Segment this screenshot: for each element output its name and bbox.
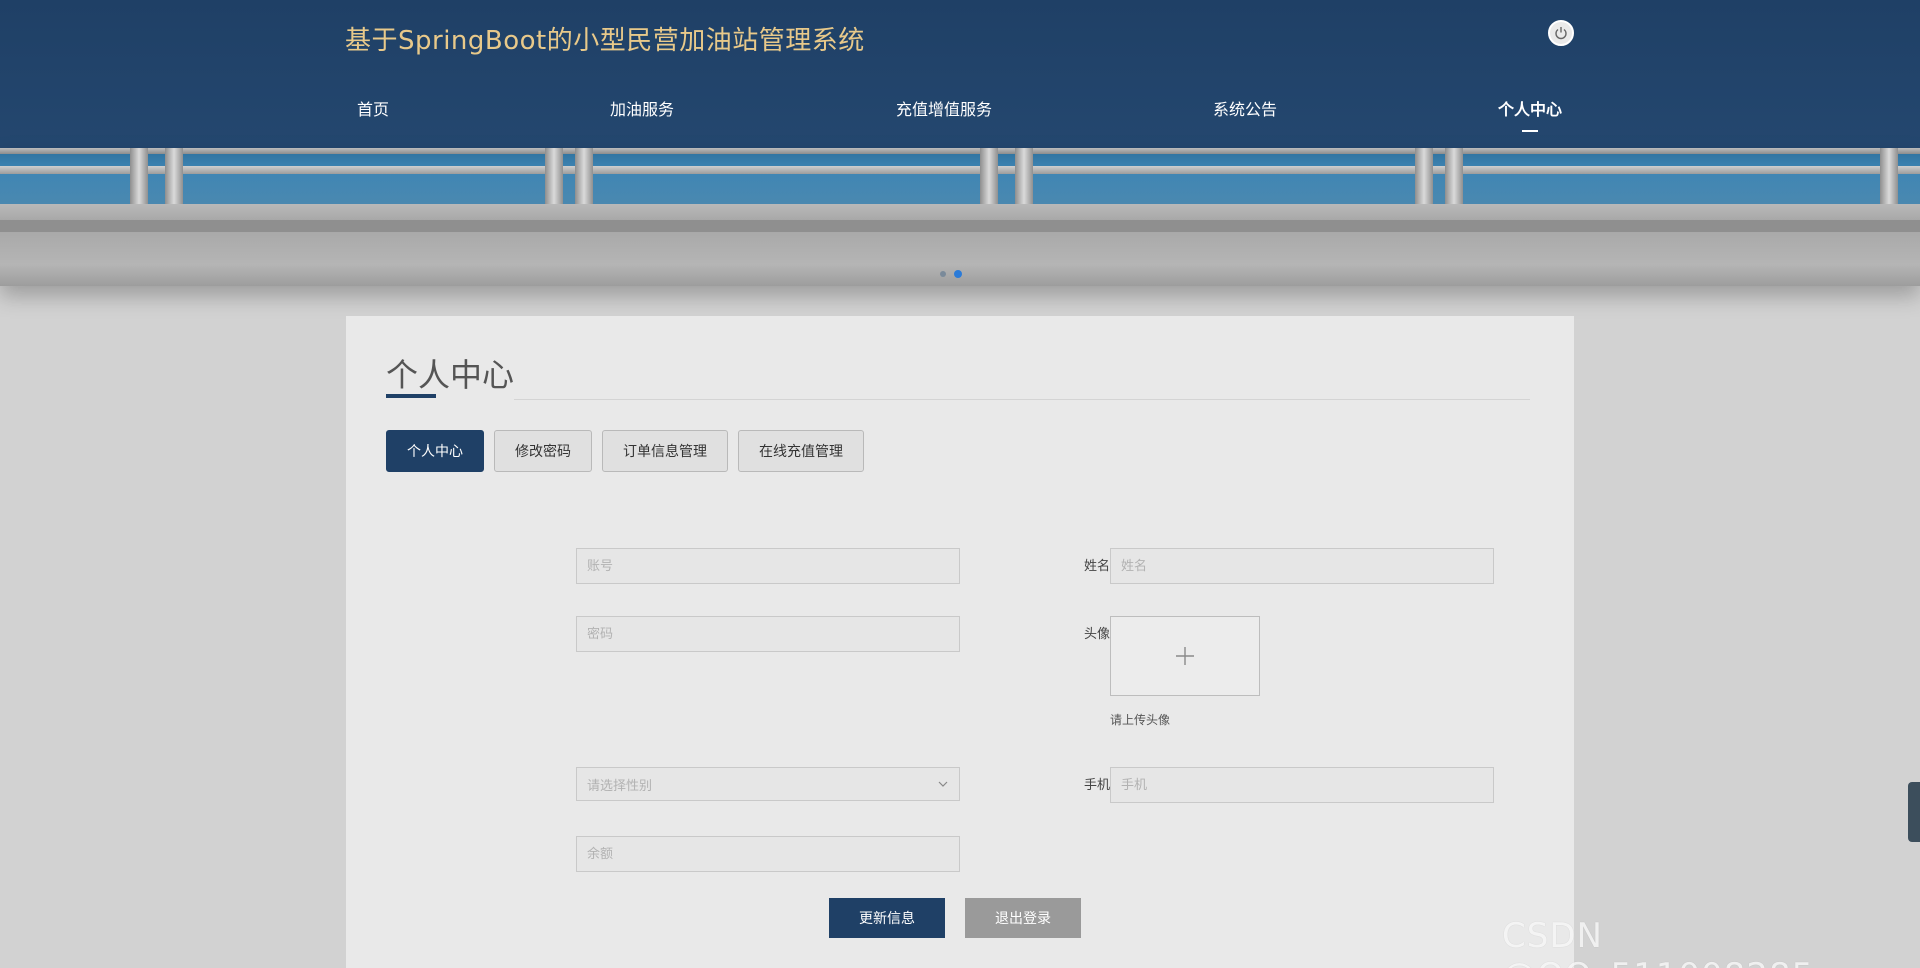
gender-select[interactable]: 请选择性别 xyxy=(576,767,960,801)
avatar-label: 头像 xyxy=(1083,627,1110,642)
page-title: 个人中心 xyxy=(386,356,515,394)
chevron-down-icon xyxy=(938,781,948,787)
tab-bar: 个人中心 修改密码 订单信息管理 在线充值管理 xyxy=(386,430,864,472)
banner-post xyxy=(130,148,148,204)
carousel-dot-2[interactable] xyxy=(954,270,962,278)
banner-post xyxy=(575,148,593,204)
banner-walkway xyxy=(0,204,1920,220)
avatar-hint: 请上传头像 xyxy=(1110,713,1171,727)
carousel-dots xyxy=(940,270,962,278)
site-title: 基于SpringBoot的小型民营加油站管理系统 xyxy=(345,26,865,56)
banner-post xyxy=(165,148,183,204)
name-label: 姓名 xyxy=(1083,559,1110,574)
tab-order-management[interactable]: 订单信息管理 xyxy=(602,430,728,472)
phone-input[interactable] xyxy=(1110,767,1494,803)
nav-item-personal-center[interactable]: 个人中心 xyxy=(1498,96,1562,120)
top-header: 基于SpringBoot的小型民营加油站管理系统 首页 加油服务 充值增值服务 … xyxy=(0,0,1920,148)
main-nav: 首页 加油服务 充值增值服务 系统公告 个人中心 xyxy=(0,96,1920,128)
logout-button[interactable]: 退出登录 xyxy=(965,898,1081,938)
avatar-upload[interactable] xyxy=(1110,616,1260,696)
banner-carousel[interactable] xyxy=(0,148,1920,286)
banner-post xyxy=(980,148,998,204)
banner-image xyxy=(0,148,1920,204)
side-scroll-handle[interactable] xyxy=(1908,782,1920,842)
password-input[interactable] xyxy=(576,616,960,652)
banner-post xyxy=(1415,148,1433,204)
nav-item-home[interactable]: 首页 xyxy=(357,96,389,120)
tab-personal-center[interactable]: 个人中心 xyxy=(386,430,484,472)
plus-icon xyxy=(1176,647,1194,665)
content-card: 个人中心 个人中心 修改密码 订单信息管理 在线充值管理 *账号 姓名 *密码 … xyxy=(346,316,1574,968)
banner-post xyxy=(1445,148,1463,204)
title-divider xyxy=(514,399,1530,400)
watermark: CSDN @QQ_511008285 xyxy=(1502,916,1813,968)
carousel-dot-1[interactable] xyxy=(940,271,946,277)
name-input[interactable] xyxy=(1110,548,1494,584)
nav-item-recharge-service[interactable]: 充值增值服务 xyxy=(896,96,992,120)
account-input[interactable] xyxy=(576,548,960,584)
banner-curb xyxy=(0,220,1920,232)
tab-change-password[interactable]: 修改密码 xyxy=(494,430,592,472)
nav-item-fuel-service[interactable]: 加油服务 xyxy=(610,96,674,120)
nav-item-announcements[interactable]: 系统公告 xyxy=(1213,96,1277,120)
title-underline xyxy=(386,394,436,398)
tab-recharge-management[interactable]: 在线充值管理 xyxy=(738,430,864,472)
update-info-button[interactable]: 更新信息 xyxy=(829,898,945,938)
balance-input[interactable] xyxy=(576,836,960,872)
gender-select-placeholder: 请选择性别 xyxy=(587,778,653,794)
banner-post xyxy=(545,148,563,204)
phone-label: 手机 xyxy=(1083,778,1110,793)
banner-rail xyxy=(0,166,1920,174)
banner-rail-top xyxy=(0,148,1920,154)
power-icon[interactable] xyxy=(1548,20,1574,46)
banner-post xyxy=(1015,148,1033,204)
banner-post xyxy=(1880,148,1898,204)
